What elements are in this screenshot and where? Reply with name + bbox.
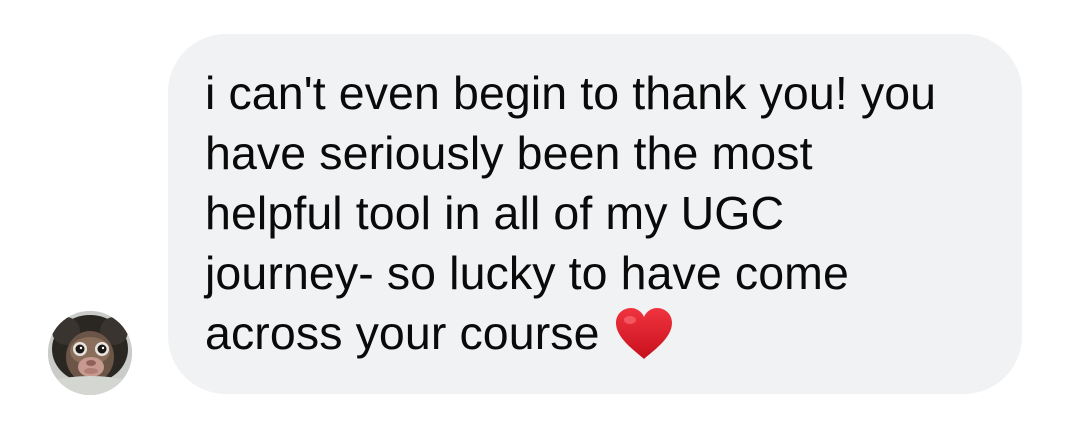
message-line: helpful tool in all of my UGC <box>205 187 785 239</box>
sender-avatar[interactable] <box>48 311 132 395</box>
message-line-text: across your course <box>205 307 600 359</box>
monkey-avatar-icon <box>48 311 132 395</box>
message-line-last: across your course <box>205 303 995 363</box>
message-line: i can't even begin to thank you! you <box>205 67 937 119</box>
heart-icon <box>614 307 674 361</box>
message-line: have seriously been the most <box>205 127 813 179</box>
chat-screen: i can't even begin to thank you! you hav… <box>0 0 1070 430</box>
message-text: i can't even begin to thank you! you hav… <box>205 63 995 363</box>
message-line: journey- so lucky to have come <box>205 247 849 299</box>
